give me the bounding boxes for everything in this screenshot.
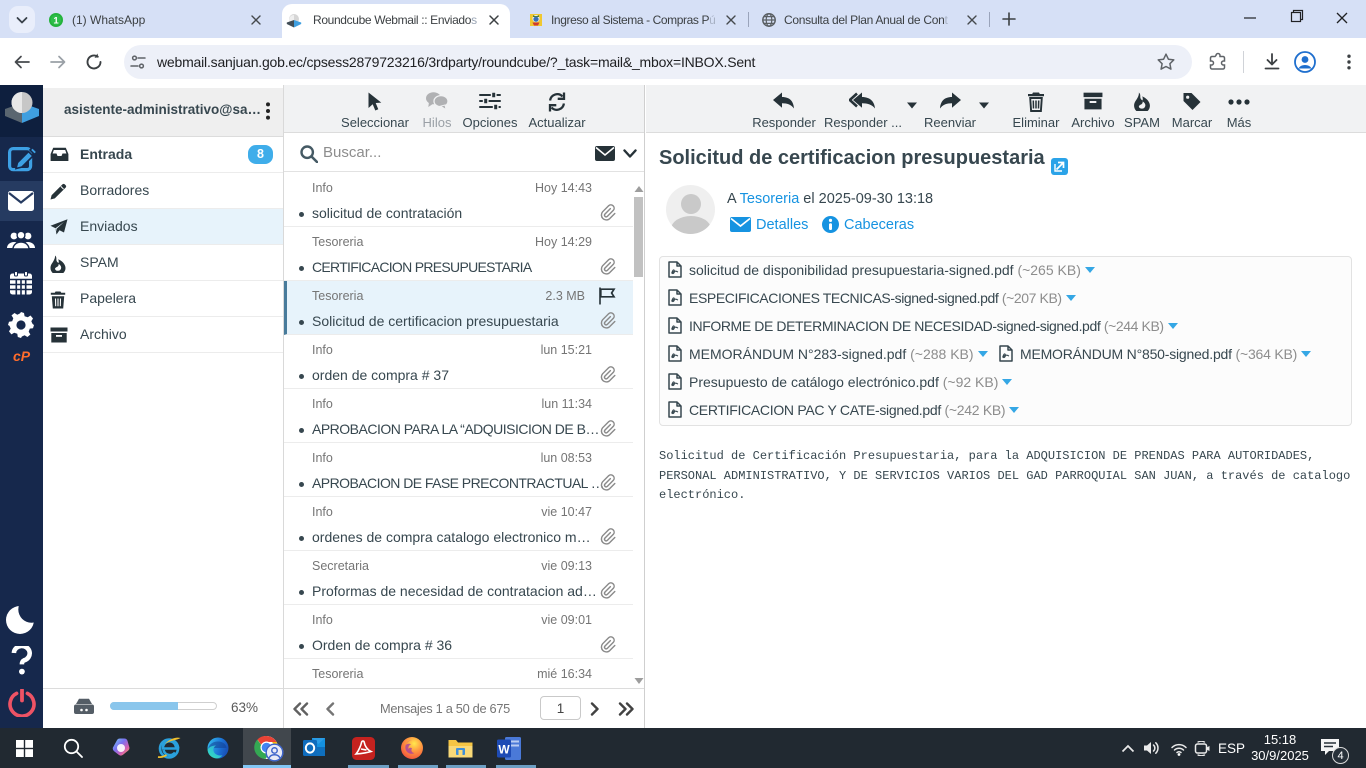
svg-text:W: W: [498, 743, 510, 757]
svg-text:1: 1: [53, 15, 59, 26]
